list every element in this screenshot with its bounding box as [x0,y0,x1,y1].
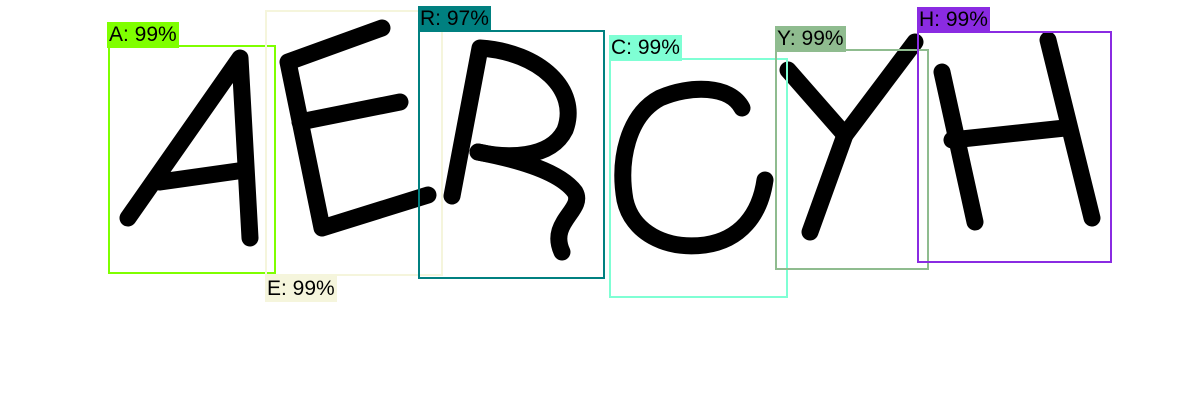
bbox-e [265,10,443,276]
bbox-a [108,45,276,274]
label-r: R: 97% [418,6,491,32]
label-a: A: 99% [107,22,179,48]
label-c: C: 99% [609,35,682,61]
bbox-c [609,58,788,298]
label-h: H: 99% [917,7,990,33]
bbox-y [775,49,929,270]
bbox-r [418,30,605,279]
label-y: Y: 99% [775,26,846,52]
label-e: E: 99% [265,276,337,302]
bbox-h [917,31,1112,263]
detection-canvas: A: 99% E: 99% R: 97% C: 99% Y: 99% H: 99… [0,0,1200,420]
